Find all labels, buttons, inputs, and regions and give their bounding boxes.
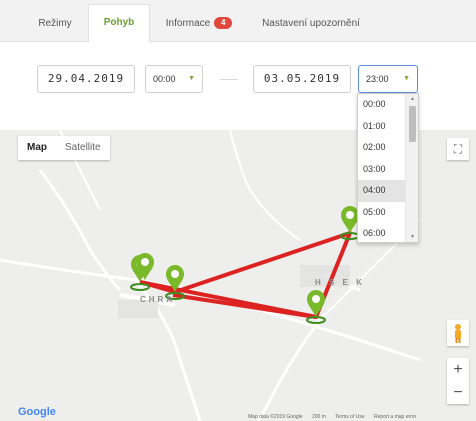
map-scale: 200 m [311,414,326,420]
map-type-map-button[interactable]: Map [18,136,56,160]
scroll-down-icon[interactable]: ▼ [406,232,418,242]
time-option[interactable]: 05:00 [358,202,406,224]
notification-badge: 4 [214,17,233,29]
time-from-select[interactable]: 00:00 ▼ [145,65,203,93]
dropdown-caret-icon: ▼ [188,75,195,82]
fullscreen-icon[interactable]: ⛶ [447,138,469,160]
tab-nastaveni-upozorneni[interactable]: Nastavení upozornění [252,6,370,42]
tab-pohyb[interactable]: Pohyb [88,4,150,43]
dropdown-scrollbar[interactable]: ▲ ▼ [405,94,418,242]
range-separator [220,79,238,80]
terms-of-use-link[interactable]: Terms of Use [335,414,364,420]
time-option[interactable]: 01:00 [358,116,406,138]
scroll-thumb[interactable] [409,106,416,142]
road [0,258,421,362]
place-label: CHRA [140,295,176,304]
time-from-value: 00:00 [153,74,176,84]
map-type-control: Map Satellite [18,136,110,160]
report-map-error-link[interactable]: Report a map error [374,414,416,420]
time-option[interactable]: 03:00 [358,159,406,181]
road [256,319,322,421]
pegman-figure [455,324,461,343]
tab-informace-label: Informace [165,18,211,29]
map-type-satellite-button[interactable]: Satellite [56,136,110,160]
time-option-hovered[interactable]: 04:00 [358,180,406,202]
tab-bar: Režimy Pohyb Informace 4 Nastavení upozor… [0,0,476,43]
place-label: H S E K [315,278,365,287]
time-option[interactable]: 00:00 [358,94,406,116]
time-to-dropdown-list[interactable]: 00:00 01:00 02:00 03:00 04:00 05:00 06:0… [357,93,419,243]
time-option[interactable]: 02:00 [358,137,406,159]
zoom-control: + − [447,358,469,404]
map-data-credit: Map data ©2019 Google [248,414,303,420]
map-marker-icon[interactable] [307,290,325,317]
time-to-select[interactable]: 23:00 ▼ [358,65,418,93]
google-logo: Google [18,406,56,418]
scroll-up-icon[interactable]: ▲ [406,94,418,104]
pegman-icon[interactable] [447,320,469,346]
time-to-value: 23:00 [366,74,389,84]
zoom-in-button[interactable]: + [447,358,469,381]
time-option[interactable]: 06:00 [358,223,406,242]
tab-informace[interactable]: Informace 4 [152,6,246,42]
date-to-input[interactable]: 03.05.2019 [253,65,351,93]
tab-rezimy[interactable]: Režimy [22,6,88,42]
date-from-input[interactable]: 29.04.2019 [37,65,135,93]
marker-base [306,316,326,324]
dropdown-caret-icon: ▼ [403,75,410,82]
road [229,130,301,241]
google-logo-text: Google [18,406,56,418]
zoom-out-button[interactable]: − [447,381,469,404]
map-attribution: Map data ©2019 Google 200 m Terms of Use… [248,414,424,420]
